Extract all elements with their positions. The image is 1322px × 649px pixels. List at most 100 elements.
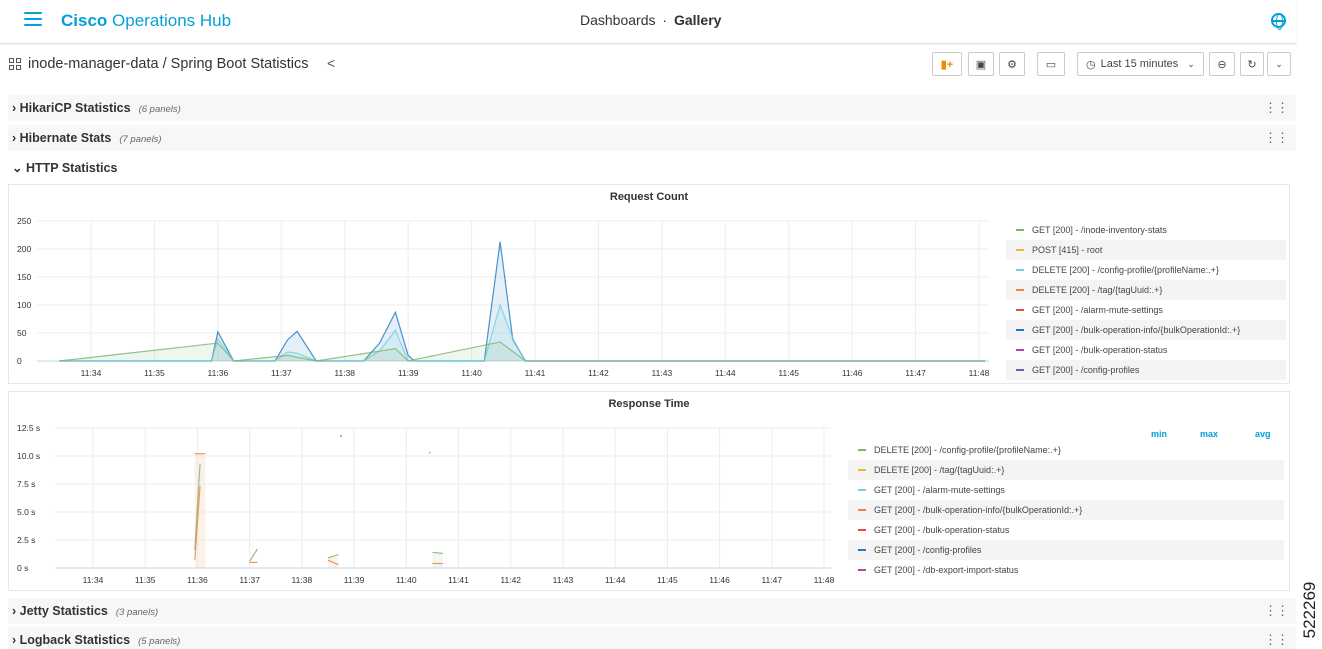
row-hikaricp[interactable]: › HikariCP Statistics (6 panels) ⋮⋮ bbox=[8, 95, 1296, 121]
y-tick-label: 100 bbox=[17, 300, 31, 310]
series-line bbox=[249, 548, 258, 562]
y-tick-label: 12.5 s bbox=[17, 423, 40, 433]
chevron-down-icon: ⌄ bbox=[1187, 58, 1195, 69]
x-tick-label: 11:47 bbox=[905, 368, 926, 378]
x-tick-label: 11:40 bbox=[461, 368, 482, 378]
legend-label: DELETE [200] - /config-profile/{profileN… bbox=[1032, 265, 1219, 275]
drag-handle-icon[interactable]: ⋮⋮ bbox=[1264, 100, 1289, 116]
legend-label: DELETE [200] - /tag/{tagUuid:.+} bbox=[874, 465, 1005, 475]
request-count-legend-item[interactable]: DELETE [200] - /tag/{tagUuid:.+} bbox=[1006, 280, 1286, 300]
response-time-legend-item[interactable]: GET [200] - /db-export-import-status bbox=[848, 560, 1284, 580]
response-time-legend-item[interactable]: GET [200] - /alarm-mute-settings bbox=[848, 480, 1284, 500]
row-http-title: HTTP Statistics bbox=[25, 161, 118, 175]
x-tick-label: 11:45 bbox=[778, 368, 799, 378]
legend-min-header[interactable]: min bbox=[1151, 429, 1167, 439]
legend-label: POST [415] - root bbox=[1032, 245, 1103, 255]
breadcrumb-separator: · bbox=[662, 12, 668, 28]
request-count-legend-item[interactable]: DELETE [200] - /config-profile/{profileN… bbox=[1006, 260, 1286, 280]
x-tick-label: 11:41 bbox=[525, 368, 546, 378]
save-icon: ▣ bbox=[975, 58, 987, 71]
legend-max-header[interactable]: max bbox=[1200, 429, 1218, 439]
series-point bbox=[340, 434, 343, 437]
legend-label: DELETE [200] - /config-profile/{profileN… bbox=[874, 445, 1061, 455]
row-jetty[interactable]: › Jetty Statistics (3 panels) ⋮⋮ bbox=[8, 598, 1296, 624]
row-hibernate[interactable]: › Hibernate Stats (7 panels) ⋮⋮ bbox=[8, 125, 1296, 151]
row-hibernate-toggle[interactable]: › Hibernate Stats (7 panels) bbox=[12, 131, 162, 145]
x-tick-label: 11:43 bbox=[553, 575, 574, 585]
zoom-out-icon: ⊖ bbox=[1217, 58, 1227, 71]
legend-label: GET [200] - /bulk-operation-info/{bulkOp… bbox=[1032, 325, 1241, 335]
legend-label: GET [200] - /inode-inventory-stats bbox=[1032, 225, 1167, 235]
row-http-toggle[interactable]: ⌄ HTTP Statistics bbox=[12, 160, 117, 175]
request-count-legend-item[interactable]: GET [200] - /bulk-operation-info/{bulkOp… bbox=[1006, 320, 1286, 340]
legend-swatch bbox=[1016, 349, 1024, 351]
refresh-interval-dropdown[interactable]: ⌄ bbox=[1267, 52, 1291, 76]
legend-swatch bbox=[858, 529, 866, 531]
legend-swatch bbox=[1016, 329, 1024, 331]
request-count-panel: Request Count 0 50 100 150 200 250 11:34 11:35 1… bbox=[8, 184, 1290, 384]
dashboard-title[interactable]: inode-manager-data / Spring Boot Statist… bbox=[28, 56, 308, 72]
legend-avg-header[interactable]: avg bbox=[1255, 429, 1271, 439]
y-tick-label: 5.0 s bbox=[17, 507, 35, 517]
row-hikaricp-title: HikariCP Statistics bbox=[19, 101, 131, 115]
request-count-legend-item[interactable]: POST [415] - root bbox=[1006, 240, 1286, 260]
response-time-legend-item[interactable]: DELETE [200] - /tag/{tagUuid:.+} bbox=[848, 460, 1284, 480]
row-hikaricp-toggle[interactable]: › HikariCP Statistics (6 panels) bbox=[12, 101, 181, 115]
drag-handle-icon[interactable]: ⋮⋮ bbox=[1264, 632, 1289, 648]
legend-swatch bbox=[858, 469, 866, 471]
legend-swatch bbox=[858, 489, 866, 491]
y-tick-label: 150 bbox=[17, 272, 31, 282]
legend-label: GET [200] - /bulk-operation-info/{bulkOp… bbox=[874, 505, 1083, 515]
row-http[interactable]: ⌄ HTTP Statistics bbox=[8, 154, 1296, 180]
row-hibernate-count: (7 panels) bbox=[119, 134, 162, 145]
legend-label: GET [200] - /bulk-operation-status bbox=[874, 525, 1010, 535]
x-tick-label: 11:44 bbox=[715, 368, 736, 378]
x-tick-label: 11:36 bbox=[187, 575, 208, 585]
dashboard-grid-icon bbox=[9, 58, 21, 70]
zoom-out-button[interactable]: ⊖ bbox=[1209, 52, 1235, 76]
row-logback-count: (5 panels) bbox=[138, 636, 181, 647]
save-dashboard-button[interactable]: ▣ bbox=[968, 52, 994, 76]
view-mode-button[interactable]: ▭ bbox=[1037, 52, 1065, 76]
request-count-legend-item[interactable]: GET [200] - /bulk-operation-status bbox=[1006, 340, 1286, 360]
legend-label: GET [200] - /config-profiles bbox=[1032, 365, 1140, 375]
breadcrumb-gallery: Gallery bbox=[673, 12, 722, 28]
legend-swatch bbox=[1016, 269, 1024, 271]
response-time-legend-item[interactable]: DELETE [200] - /config-profile/{profileN… bbox=[848, 440, 1284, 460]
row-jetty-toggle[interactable]: › Jetty Statistics (3 panels) bbox=[12, 604, 158, 618]
x-tick-label: 11:46 bbox=[842, 368, 863, 378]
share-icon[interactable]: < bbox=[327, 55, 335, 71]
row-logback-toggle[interactable]: › Logback Statistics (5 panels) bbox=[12, 633, 180, 647]
y-tick-label: 250 bbox=[17, 216, 31, 226]
y-tick-label: 7.5 s bbox=[17, 479, 35, 489]
legend-swatch bbox=[858, 449, 866, 451]
legend-label: GET [200] - /alarm-mute-settings bbox=[874, 485, 1005, 495]
response-time-legend-item[interactable]: GET [200] - /config-profiles bbox=[848, 540, 1284, 560]
legend-swatch bbox=[1016, 289, 1024, 291]
breadcrumb: Dashboards · Gallery bbox=[580, 12, 721, 28]
row-logback[interactable]: › Logback Statistics (5 panels) ⋮⋮ bbox=[8, 627, 1296, 649]
response-time-legend-item[interactable]: GET [200] - /bulk-operation-info/{bulkOp… bbox=[848, 500, 1284, 520]
time-picker[interactable]: ◷ Last 15 minutes ⌄ bbox=[1077, 52, 1204, 76]
x-tick-label: 11:35 bbox=[135, 575, 156, 585]
globe-icon[interactable] bbox=[1271, 13, 1286, 30]
request-count-legend-item[interactable]: GET [200] - /inode-inventory-stats bbox=[1006, 220, 1286, 240]
refresh-button[interactable]: ↻ bbox=[1240, 52, 1264, 76]
x-tick-label: 11:46 bbox=[709, 575, 730, 585]
request-count-legend-item[interactable]: GET [200] - /config-profiles bbox=[1006, 360, 1286, 380]
series-area bbox=[432, 552, 443, 568]
legend-swatch bbox=[1016, 229, 1024, 231]
request-count-legend-item[interactable]: GET [200] - /alarm-mute-settings bbox=[1006, 300, 1286, 320]
time-range-label: Last 15 minutes bbox=[1100, 58, 1179, 70]
drag-handle-icon[interactable]: ⋮⋮ bbox=[1264, 603, 1289, 619]
row-hikaricp-count: (6 panels) bbox=[138, 104, 181, 115]
x-tick-label: 11:39 bbox=[398, 368, 419, 378]
monitor-icon: ▭ bbox=[1045, 58, 1057, 71]
settings-button[interactable]: ⚙ bbox=[999, 52, 1025, 76]
add-panel-button[interactable]: ▮+ bbox=[932, 52, 962, 76]
add-panel-icon: ▮+ bbox=[940, 58, 954, 71]
breadcrumb-dashboards[interactable]: Dashboards bbox=[580, 12, 656, 28]
drag-handle-icon[interactable]: ⋮⋮ bbox=[1264, 130, 1289, 146]
menu-icon[interactable] bbox=[24, 12, 42, 28]
response-time-legend-item[interactable]: GET [200] - /bulk-operation-status bbox=[848, 520, 1284, 540]
